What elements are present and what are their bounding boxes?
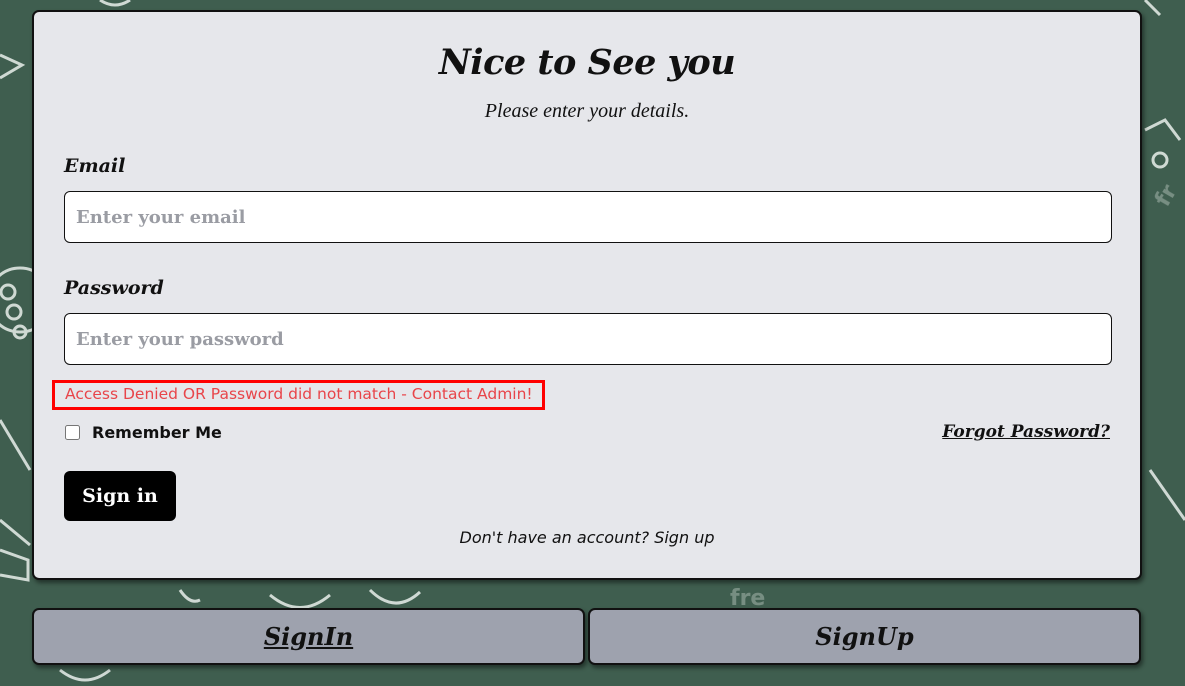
remember-me[interactable]: Remember Me (64, 423, 222, 442)
remember-me-checkbox[interactable] (65, 425, 80, 440)
password-label: Password (64, 277, 164, 299)
svg-text:fr: fr (1151, 181, 1183, 211)
error-message: Access Denied OR Password did not match … (52, 380, 545, 410)
tab-signup[interactable]: SignUp (588, 608, 1141, 665)
page-title: Nice to See you (438, 42, 736, 83)
sign-up-prompt[interactable]: Don't have an account? Sign up (34, 528, 1140, 547)
tab-signin[interactable]: SignIn (32, 608, 585, 665)
sign-in-button[interactable]: Sign in (64, 471, 176, 521)
remember-me-label: Remember Me (92, 423, 222, 442)
forgot-password-link[interactable]: Forgot Password? (942, 422, 1110, 442)
tab-signin-label: SignIn (263, 622, 354, 651)
page-subtitle: Please enter your details. (484, 100, 690, 122)
password-input[interactable] (64, 313, 1112, 365)
email-label: Email (64, 155, 126, 177)
tab-signup-label: SignUp (815, 622, 914, 651)
email-input[interactable] (64, 191, 1112, 243)
login-card: Nice to See you Please enter your detail… (32, 10, 1142, 580)
